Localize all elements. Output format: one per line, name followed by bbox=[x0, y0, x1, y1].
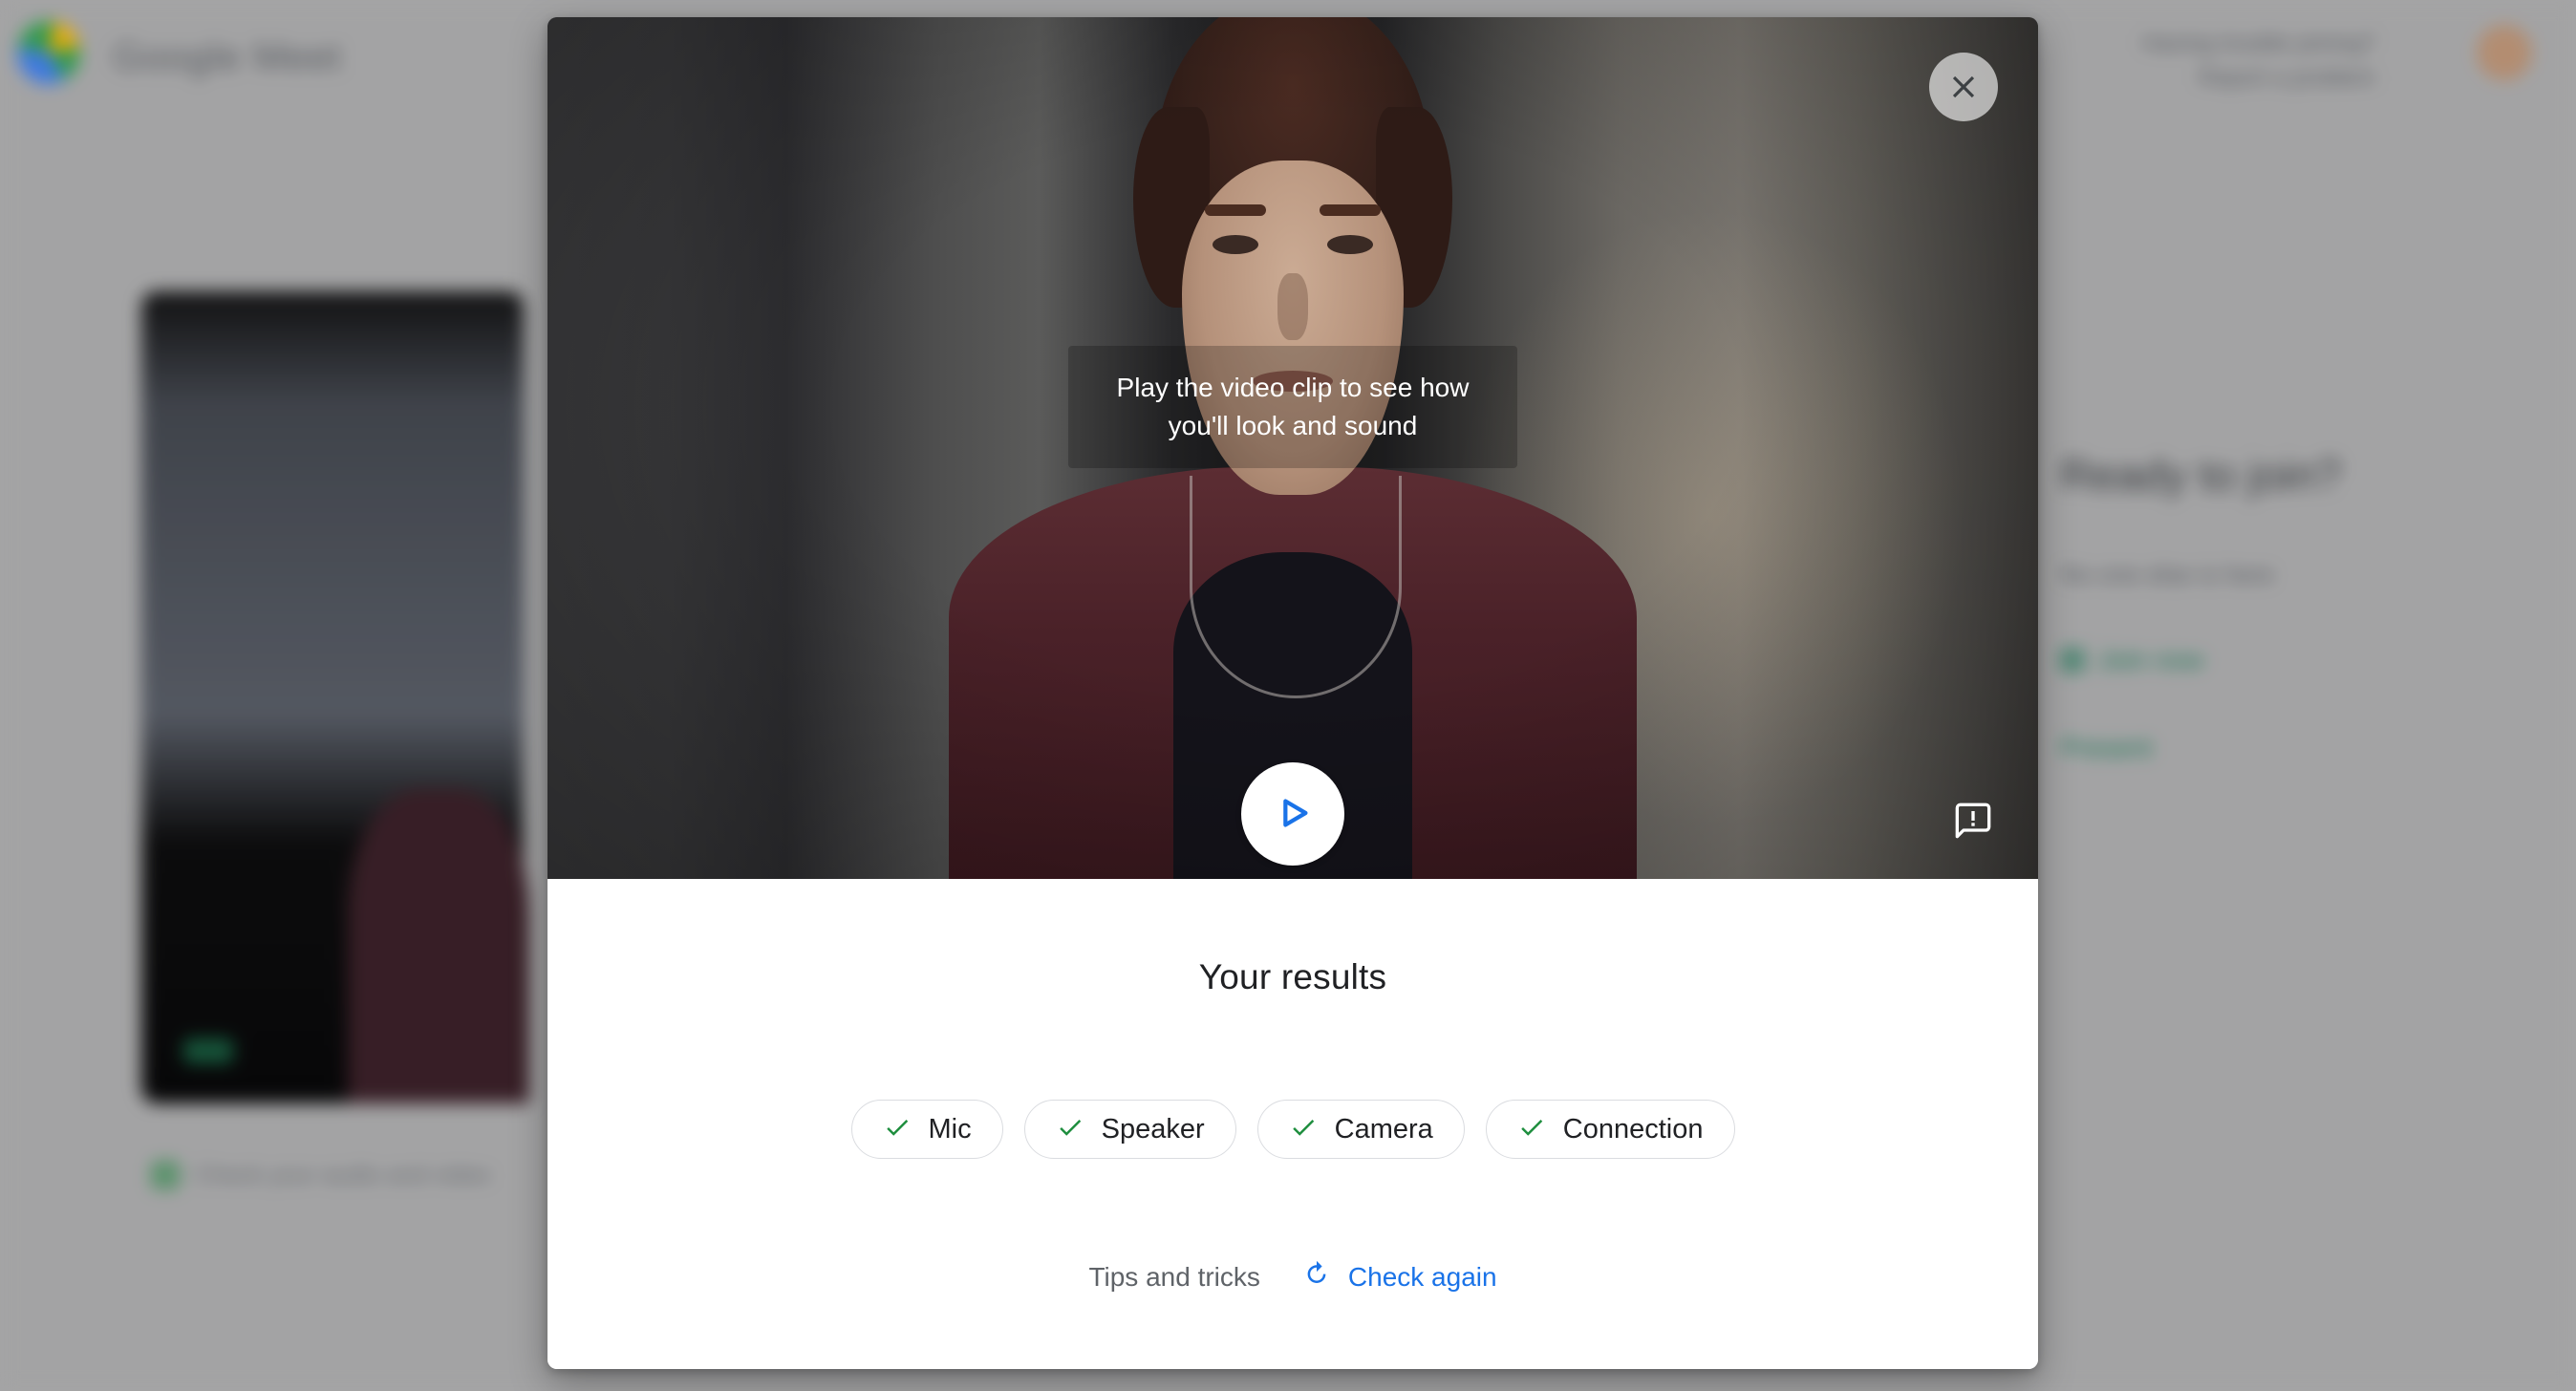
tips-and-tricks-link[interactable]: Tips and tricks bbox=[1088, 1262, 1259, 1293]
check-again-button[interactable]: Check again bbox=[1302, 1259, 1497, 1295]
result-chip-connection[interactable]: Connection bbox=[1485, 1100, 1735, 1159]
result-chip-camera[interactable]: Camera bbox=[1256, 1100, 1465, 1159]
refresh-icon bbox=[1302, 1259, 1331, 1295]
feedback-icon bbox=[1954, 802, 1992, 843]
play-icon bbox=[1271, 791, 1315, 838]
check-icon bbox=[1517, 1113, 1546, 1146]
check-icon bbox=[1289, 1113, 1318, 1146]
close-icon bbox=[1945, 69, 1982, 105]
play-button[interactable] bbox=[1241, 762, 1344, 866]
results-actions: Tips and tricks Check again bbox=[547, 1259, 2038, 1295]
results-panel: Your results Mic Speaker Camera Connecti… bbox=[547, 879, 2038, 1369]
check-again-label: Check again bbox=[1347, 1261, 1497, 1292]
result-chip-label: Connection bbox=[1562, 1113, 1704, 1145]
screen: Google Meet Having trouble joining? Repo… bbox=[0, 0, 2576, 1391]
result-chip-label: Speaker bbox=[1101, 1113, 1205, 1145]
send-feedback-button[interactable] bbox=[1946, 795, 2000, 848]
check-icon bbox=[883, 1113, 912, 1146]
video-preview-area[interactable]: Play the video clip to see how you'll lo… bbox=[547, 17, 2038, 879]
result-chip-speaker[interactable]: Speaker bbox=[1023, 1100, 1236, 1159]
results-title: Your results bbox=[1198, 957, 1387, 996]
result-chip-label: Mic bbox=[928, 1113, 972, 1145]
check-icon bbox=[1056, 1113, 1084, 1146]
video-hint-text: Play the video clip to see how you'll lo… bbox=[1068, 346, 1517, 468]
check-results-dialog: Play the video clip to see how you'll lo… bbox=[547, 17, 2038, 1369]
result-chip-label: Camera bbox=[1334, 1113, 1433, 1145]
close-button[interactable] bbox=[1929, 53, 1998, 121]
results-chip-row: Mic Speaker Camera Connection bbox=[547, 1100, 2038, 1159]
result-chip-mic[interactable]: Mic bbox=[850, 1100, 1003, 1159]
